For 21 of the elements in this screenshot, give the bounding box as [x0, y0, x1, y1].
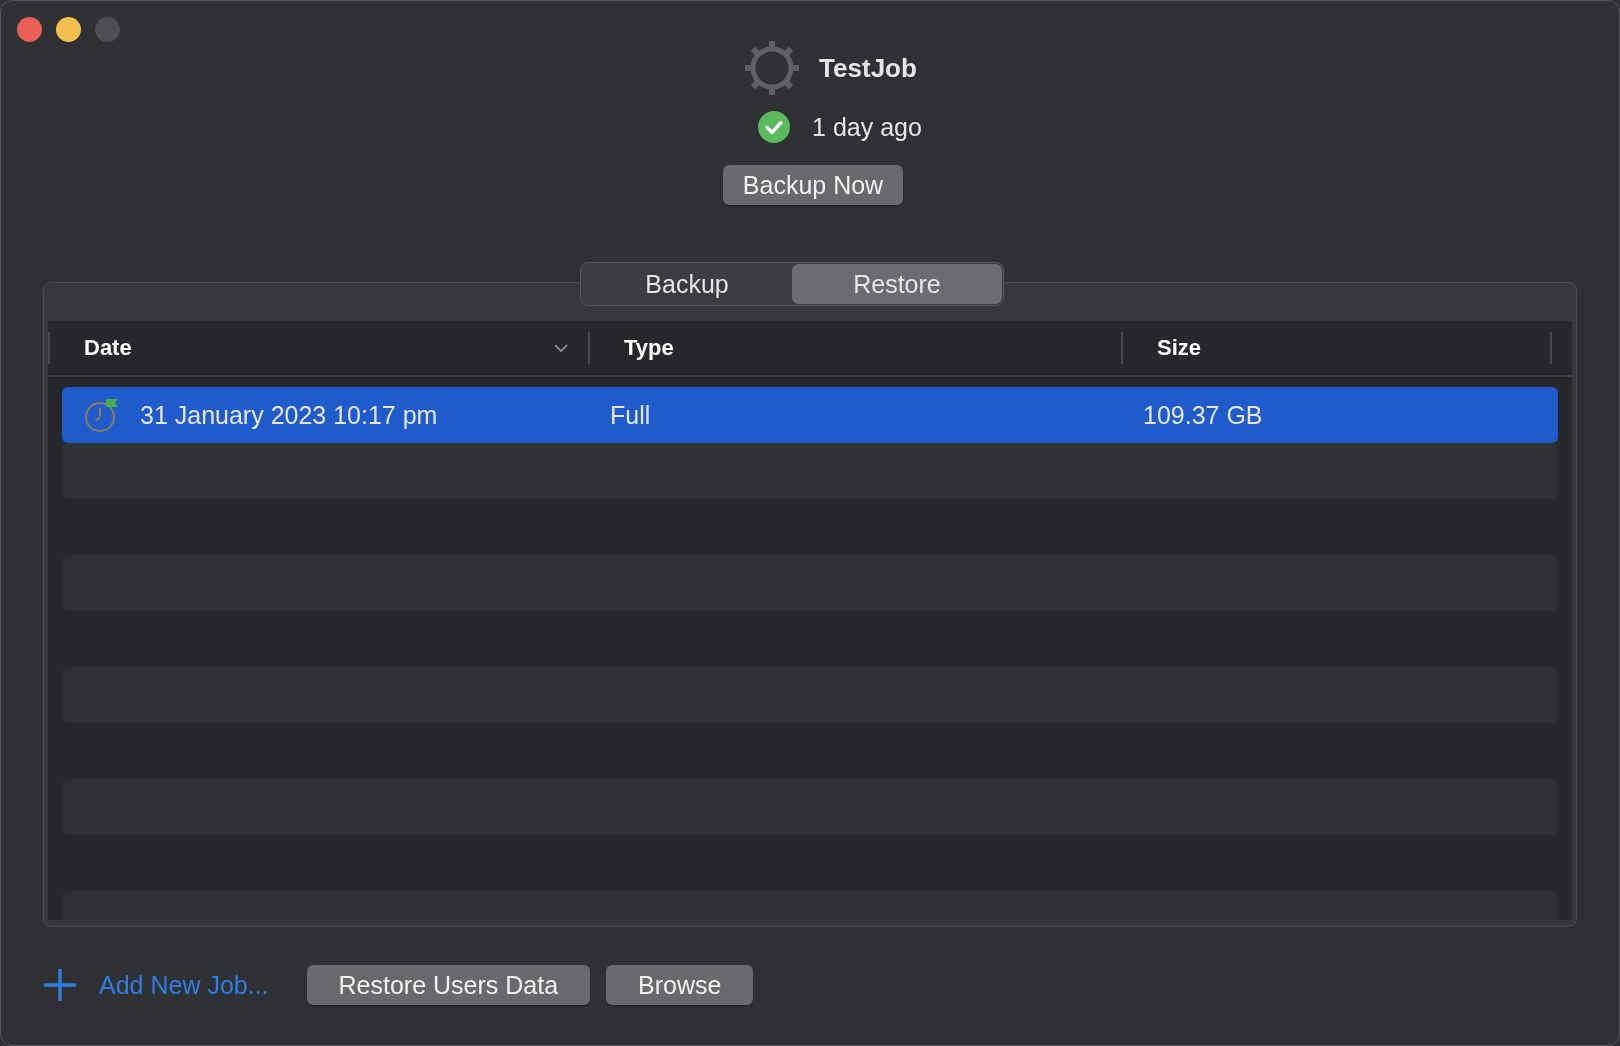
footer-button[interactable]: Restore Users Data — [306, 965, 591, 1005]
job-title: TestJob — [819, 52, 917, 84]
table-cell: Full — [610, 400, 651, 430]
last-backup-time: 1 day ago — [812, 112, 922, 142]
tab[interactable]: Backup — [582, 264, 792, 304]
column-header[interactable]: Size — [1157, 335, 1202, 361]
column-header[interactable]: Date — [84, 335, 132, 361]
add-new-job-link[interactable]: Add New Job... — [43, 968, 269, 1002]
sort-caret-icon[interactable] — [554, 343, 568, 353]
table-cell: 109.37 GB — [1143, 400, 1263, 430]
plus-icon — [43, 968, 77, 1002]
clock-flag-icon — [84, 397, 120, 433]
tab[interactable]: Restore — [792, 264, 1002, 304]
table-row[interactable]: 31 January 2023 10:17 pm Full 109.37 GB — [62, 387, 1558, 443]
footer-button[interactable]: Browse — [606, 965, 754, 1005]
backup-now-button[interactable]: Backup Now — [722, 165, 904, 205]
column-header[interactable]: Type — [624, 335, 674, 361]
minimize-window-button[interactable] — [56, 17, 81, 42]
table-cell: 31 January 2023 10:17 pm — [140, 400, 438, 430]
close-window-button[interactable] — [17, 17, 42, 42]
gear-icon — [743, 39, 802, 97]
